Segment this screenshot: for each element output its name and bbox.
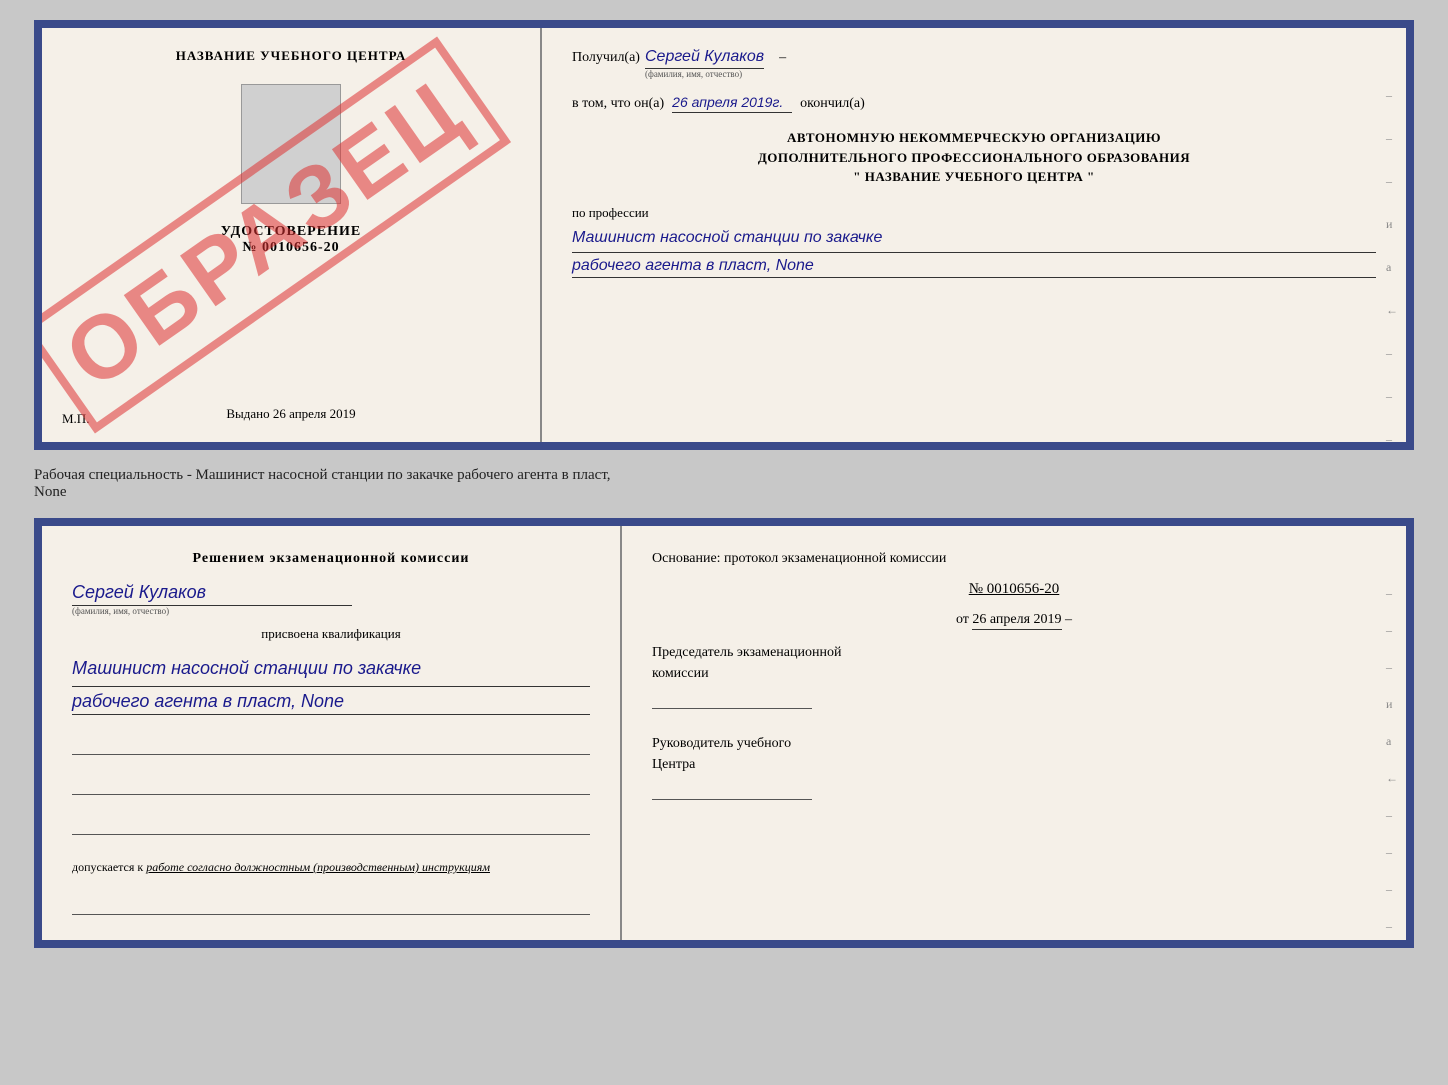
date-value: 26 апреля 2019г.	[672, 94, 792, 113]
b-dash-8: –	[1386, 845, 1398, 860]
dash-9: –	[1386, 432, 1398, 447]
subtitle-line2: None	[34, 484, 67, 500]
udostoverenie-title: УДОСТОВЕРЕНИЕ	[221, 224, 361, 240]
org-line2: ДОПОЛНИТЕЛЬНОГО ПРОФЕССИОНАЛЬНОГО ОБРАЗО…	[572, 148, 1376, 168]
photo-placeholder	[241, 84, 341, 204]
protocol-date: от 26 апреля 2019 –	[652, 612, 1376, 628]
prisvoena-text: присвоена квалификация	[72, 626, 590, 642]
cert-right-panel: Получил(а) Сергей Кулаков (фамилия, имя,…	[542, 28, 1406, 442]
rukovoditel-block: Руководитель учебного Центра	[652, 733, 1376, 800]
poluchil-row: Получил(а) Сергей Кулаков (фамилия, имя,…	[572, 48, 1376, 79]
blank-line-3	[72, 815, 590, 835]
b-dash-9: –	[1386, 882, 1398, 897]
blank-line-2	[72, 775, 590, 795]
rukovoditel-label2: Центра	[652, 754, 1376, 775]
v-tom-row: в том, что он(а) 26 апреля 2019г. окончи…	[572, 94, 1376, 113]
org-quote: " НАЗВАНИЕ УЧЕБНОГО ЦЕНТРА "	[572, 167, 1376, 187]
dash-2: –	[1386, 131, 1398, 146]
fio-hint-bottom: (фамилия, имя, отчество)	[72, 606, 590, 616]
dopusk-prefix: допускается к	[72, 860, 143, 874]
bottom-name: Сергей Кулаков	[72, 582, 352, 606]
rukovoditel-sign-line	[652, 780, 812, 800]
predsedatel-sign-line	[652, 689, 812, 709]
dash-3: –	[1386, 174, 1398, 189]
dash-1: –	[1386, 88, 1398, 103]
subtitle-line1: Рабочая специальность - Машинист насосно…	[34, 467, 611, 483]
dash-7: –	[1386, 346, 1398, 361]
kvali-line2: рабочего агента в пласт, None	[72, 691, 590, 715]
dopusk-text: работе согласно должностным (производств…	[146, 860, 490, 874]
v-tom-label: в том, что он(а)	[572, 96, 664, 112]
dopuskaetsya-block: допускается к работе согласно должностны…	[72, 860, 590, 875]
profession-block: по профессии Машинист насосной станции п…	[572, 205, 1376, 279]
protocol-date-dash: –	[1065, 612, 1072, 627]
protocol-number: № 0010656-20	[652, 581, 1376, 598]
dash-6: ←	[1386, 303, 1398, 318]
b-dash-1: –	[1386, 586, 1398, 601]
rukovoditel-label: Руководитель учебного	[652, 733, 1376, 754]
vydano-date: 26 апреля 2019	[273, 406, 356, 421]
dash-4: и	[1386, 217, 1398, 232]
fio-hint-top: (фамилия, имя, отчество)	[645, 69, 764, 79]
profession-line2: рабочего агента в пласт, None	[572, 257, 1376, 278]
kvali-block: Машинист насосной станции по закачке раб…	[72, 652, 590, 715]
certificate-bottom: Решением экзаменационной комиссии Сергей…	[34, 518, 1414, 948]
kvali-line1: Машинист насосной станции по закачке	[72, 652, 590, 687]
b-dash-10: –	[1386, 919, 1398, 934]
b-dash-6: ←	[1386, 771, 1398, 786]
cert-bottom-right-panel: Основание: протокол экзаменационной коми…	[622, 526, 1406, 940]
okonchil-label: окончил(а)	[800, 96, 865, 112]
blank-line-1	[72, 735, 590, 755]
predsedatel-block: Председатель экзаменационной комиссии	[652, 642, 1376, 709]
protocol-date-value: 26 апреля 2019	[972, 612, 1061, 630]
vydano-label: Выдано	[226, 406, 269, 421]
predsedatel-label: Председатель экзаменационной	[652, 642, 1376, 663]
certificate-top: НАЗВАНИЕ УЧЕБНОГО ЦЕНТРА УДОСТОВЕРЕНИЕ №…	[34, 20, 1414, 450]
po-professii-label: по профессии	[572, 205, 1376, 221]
b-dash-5: а	[1386, 734, 1398, 749]
dash-5: а	[1386, 260, 1398, 275]
subtitle-container: Рабочая специальность - Машинист насосно…	[34, 462, 1414, 506]
org-block: АВТОНОМНУЮ НЕКОММЕРЧЕСКУЮ ОРГАНИЗАЦИЮ ДО…	[572, 128, 1376, 187]
b-dash-3: –	[1386, 660, 1398, 675]
blank-line-4	[72, 895, 590, 915]
b-dash-2: –	[1386, 623, 1398, 638]
poluchil-name: Сергей Кулаков	[645, 48, 764, 69]
predsedatel-label2: комиссии	[652, 663, 1376, 684]
udostoverenie-block: УДОСТОВЕРЕНИЕ № 0010656-20	[221, 224, 361, 256]
udostoverenie-number: № 0010656-20	[221, 240, 361, 256]
cert-left-panel: НАЗВАНИЕ УЧЕБНОГО ЦЕНТРА УДОСТОВЕРЕНИЕ №…	[42, 28, 542, 442]
dash-8: –	[1386, 389, 1398, 404]
vydano-block: Выдано 26 апреля 2019	[226, 406, 355, 422]
resheniem-text: Решением экзаменационной комиссии	[72, 551, 590, 567]
poluchil-label: Получил(а)	[572, 50, 640, 66]
mp-label: М.П.	[62, 411, 89, 427]
osnovanie-text: Основание: протокол экзаменационной коми…	[652, 551, 1376, 567]
b-dash-4: и	[1386, 697, 1398, 712]
cert-bottom-left-panel: Решением экзаменационной комиссии Сергей…	[42, 526, 622, 940]
org-line1: АВТОНОМНУЮ НЕКОММЕРЧЕСКУЮ ОРГАНИЗАЦИЮ	[572, 128, 1376, 148]
protocol-date-prefix: от	[956, 612, 969, 627]
profession-line1: Машинист насосной станции по закачке	[572, 225, 1376, 254]
b-dash-7: –	[1386, 808, 1398, 823]
center-name-top: НАЗВАНИЕ УЧЕБНОГО ЦЕНТРА	[176, 48, 407, 64]
